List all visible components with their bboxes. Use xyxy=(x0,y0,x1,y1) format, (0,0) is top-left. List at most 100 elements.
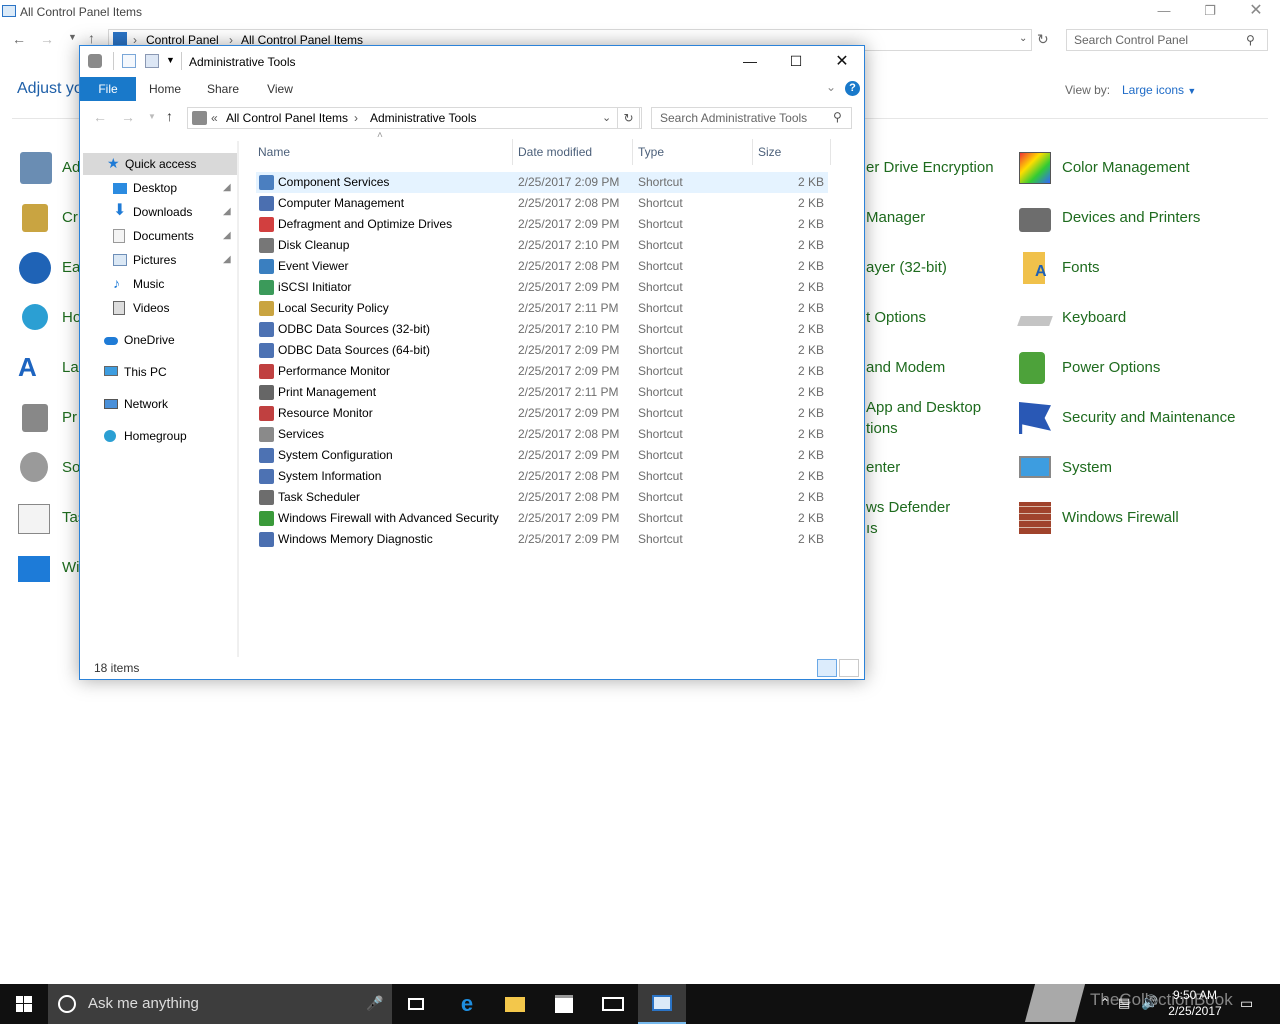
file-row[interactable]: Resource Monitor 2/25/2017 2:09 PM Shortcu… xyxy=(256,403,828,424)
nav-desktop[interactable]: Desktop ◢ xyxy=(113,177,237,199)
file-row[interactable]: Windows Memory Diagnostic 2/25/2017 2:09 … xyxy=(256,529,828,550)
edge-browser-icon[interactable]: e xyxy=(443,984,491,1024)
file-row[interactable]: System Configuration 2/25/2017 2:09 PM Sho… xyxy=(256,445,828,466)
cp-item-partial[interactable]: App and Desktop xyxy=(866,399,981,416)
minimize-button[interactable]: — xyxy=(727,46,773,77)
control-panel-taskbar-button[interactable] xyxy=(638,984,686,1024)
cp-item-partial[interactable]: tions xyxy=(866,420,898,437)
tab-file[interactable]: File xyxy=(80,77,136,101)
cp-item-partial[interactable]: ıs xyxy=(866,520,878,537)
file-row[interactable]: Task Scheduler 2/25/2017 2:08 PM Shortcut 2… xyxy=(256,487,828,508)
customize-qat-icon[interactable]: ▼ xyxy=(166,55,175,65)
pin-icon[interactable]: ◢ xyxy=(223,177,231,199)
task-view-button[interactable] xyxy=(392,984,440,1024)
file-row[interactable]: Computer Management 2/25/2017 2:08 PM Shor… xyxy=(256,193,828,214)
breadcrumb-admin-tools[interactable]: Administrative Tools xyxy=(370,111,477,125)
back-icon[interactable]: ← xyxy=(93,109,107,125)
cp-item-partial[interactable]: t Options xyxy=(866,309,926,326)
minimize-button[interactable]: — xyxy=(1141,0,1187,22)
nav-downloads[interactable]: ⬇ Downloads ◢ xyxy=(113,201,237,223)
column-divider[interactable] xyxy=(632,139,633,165)
cp-item-partial[interactable]: Manager xyxy=(866,209,925,226)
pin-icon[interactable]: ◢ xyxy=(223,201,231,223)
forward-icon[interactable]: → xyxy=(121,109,135,125)
address-dropdown-icon[interactable]: ⌄ xyxy=(602,111,611,124)
view-by-dropdown[interactable]: Large icons ▼ xyxy=(1122,83,1196,97)
cp-item-partial[interactable]: enter xyxy=(866,459,900,476)
file-row[interactable]: Disk Cleanup 2/25/2017 2:10 PM Shortcut 2 K… xyxy=(256,235,828,256)
tab-home[interactable]: Home xyxy=(142,77,188,101)
column-header-name[interactable]: Name xyxy=(258,139,290,165)
column-divider[interactable] xyxy=(830,139,831,165)
file-explorer-button[interactable] xyxy=(491,984,539,1024)
forward-icon[interactable]: → xyxy=(40,31,54,47)
cp-item-partial[interactable]: Cr xyxy=(62,209,78,226)
cp-item-partial[interactable]: Pr xyxy=(62,409,77,426)
maximize-button[interactable]: ☐ xyxy=(773,46,819,77)
cp-item-partial[interactable]: er Drive Encryption xyxy=(866,159,994,176)
cp-item-partial[interactable]: ayer (32-bit) xyxy=(866,259,947,276)
file-row[interactable]: Windows Firewall with Advanced Security 2… xyxy=(256,508,828,529)
cp-item-partial[interactable]: Wi xyxy=(62,559,80,576)
refresh-icon[interactable]: ↻ xyxy=(1037,31,1049,48)
cp-item-partial[interactable]: Ea xyxy=(62,259,80,276)
column-header-size[interactable]: Size xyxy=(758,139,781,165)
up-icon[interactable]: ↑ xyxy=(88,30,95,46)
file-row[interactable]: Print Management 2/25/2017 2:11 PM Shortcu… xyxy=(256,382,828,403)
column-header-type[interactable]: Type xyxy=(638,139,664,165)
close-button[interactable]: ✕ xyxy=(1233,0,1279,22)
breadcrumb-overflow[interactable]: « xyxy=(211,111,218,125)
large-icons-view-button[interactable] xyxy=(839,659,859,677)
file-row[interactable]: System Information 2/25/2017 2:08 PM Short… xyxy=(256,466,828,487)
pin-icon[interactable]: ◢ xyxy=(223,249,231,271)
column-header-date[interactable]: Date modified xyxy=(518,139,592,165)
file-row[interactable]: Event Viewer 2/25/2017 2:08 PM Shortcut 2 K… xyxy=(256,256,828,277)
nav-documents[interactable]: Documents ◢ xyxy=(113,225,237,247)
back-icon[interactable]: ← xyxy=(12,31,26,47)
up-icon[interactable]: ↑ xyxy=(166,108,173,124)
address-bar[interactable]: « All Control Panel Items › Administrati… xyxy=(187,107,642,129)
column-divider[interactable] xyxy=(752,139,753,165)
checkbox-icon[interactable] xyxy=(122,54,136,68)
help-icon[interactable]: ? xyxy=(845,81,860,96)
file-row[interactable]: iSCSI Initiator 2/25/2017 2:09 PM Shortcut… xyxy=(256,277,828,298)
breadcrumb-all-items[interactable]: All Control Panel Items xyxy=(226,111,348,125)
file-row[interactable]: Services 2/25/2017 2:08 PM Shortcut 2 KB xyxy=(256,424,828,445)
cp-item-partial[interactable]: Ad xyxy=(62,159,80,176)
mail-button[interactable] xyxy=(589,984,637,1024)
search-input[interactable]: Search Administrative Tools xyxy=(651,107,852,129)
properties-icon[interactable] xyxy=(88,54,102,68)
tab-view[interactable]: View xyxy=(258,77,302,101)
file-row[interactable]: Performance Monitor 2/25/2017 2:09 PM Shor… xyxy=(256,361,828,382)
cp-item-partial[interactable]: and Modem xyxy=(866,359,945,376)
refresh-icon[interactable]: ↻ xyxy=(617,107,640,129)
chevron-up-icon[interactable]: ⌃ xyxy=(1100,996,1110,1010)
details-view-button[interactable] xyxy=(817,659,837,677)
address-dropdown-icon[interactable]: ⌄ xyxy=(1019,33,1027,44)
store-button[interactable] xyxy=(540,984,588,1024)
file-row[interactable]: ODBC Data Sources (32-bit) 2/25/2017 2:10… xyxy=(256,319,828,340)
nav-pictures[interactable]: Pictures ◢ xyxy=(113,249,237,271)
volume-icon[interactable]: 🔊 xyxy=(1141,994,1158,1011)
file-row[interactable]: Defragment and Optimize Drives 2/25/2017 … xyxy=(256,214,828,235)
cp-item-partial[interactable]: La xyxy=(62,359,79,376)
restore-button[interactable]: ❐ xyxy=(1187,0,1233,22)
expand-ribbon-icon[interactable]: ⌄ xyxy=(826,80,836,94)
new-folder-icon[interactable] xyxy=(145,54,159,68)
recent-locations-icon[interactable]: ▼ xyxy=(68,32,77,42)
control-panel-search-input[interactable]: Search Control Panel xyxy=(1066,29,1268,51)
column-divider[interactable] xyxy=(512,139,513,165)
clock[interactable]: 9:50 AM 2/25/2017 xyxy=(1160,987,1230,1019)
cp-item-partial[interactable]: ws Defender xyxy=(866,499,950,516)
microphone-icon[interactable]: 🎤 xyxy=(366,995,383,1012)
file-row[interactable]: ODBC Data Sources (64-bit) 2/25/2017 2:09… xyxy=(256,340,828,361)
nav-quick-access[interactable]: ★ Quick access xyxy=(83,153,237,175)
title-bar[interactable]: ▼ Administrative Tools — ☐ ✕ xyxy=(80,46,864,77)
cp-item-partial[interactable]: So xyxy=(62,459,80,476)
file-row[interactable]: Local Security Policy 2/25/2017 2:11 PM Sh… xyxy=(256,298,828,319)
file-row[interactable]: Component Services 2/25/2017 2:09 PM Short… xyxy=(256,172,828,193)
action-center-icon[interactable]: ▭ xyxy=(1240,995,1253,1012)
close-button[interactable]: ✕ xyxy=(819,46,865,77)
cortana-search-box[interactable]: Ask me anything 🎤 xyxy=(48,984,392,1024)
network-tray-icon[interactable]: ▤ xyxy=(1118,995,1130,1011)
